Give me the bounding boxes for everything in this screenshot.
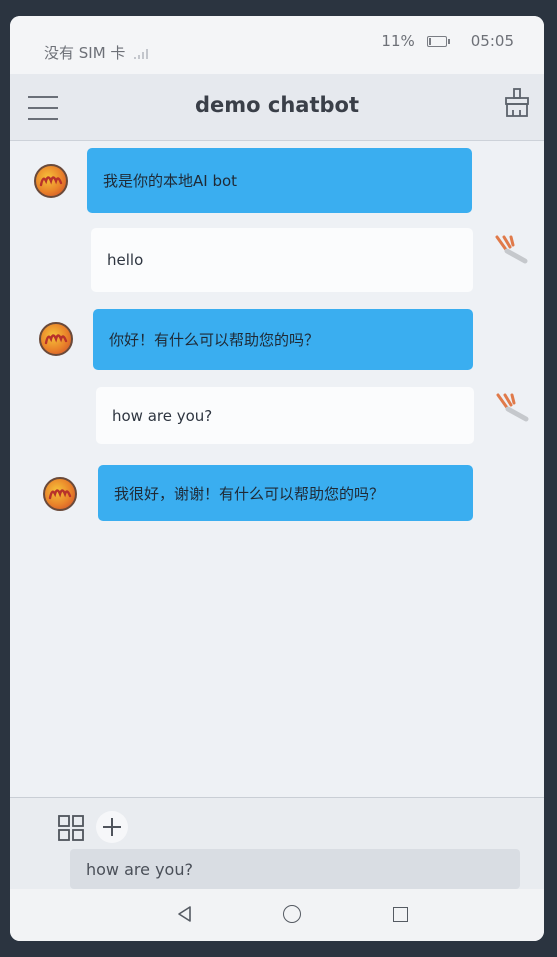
grid-icon[interactable] — [58, 815, 84, 841]
chat-message-user: hello — [91, 228, 473, 292]
signal-icon — [134, 48, 149, 59]
user-avatar-icon — [496, 393, 529, 422]
recent-apps-icon[interactable] — [393, 907, 408, 922]
status-bar: 没有 SIM 卡 11% 05:05 — [10, 16, 544, 74]
message-text: hello — [107, 251, 144, 269]
bot-avatar-icon — [39, 322, 73, 356]
chat-area: 我是你的本地AI bot hello 你好！有什么可以帮助您的吗？ how ar… — [10, 141, 544, 797]
message-input[interactable] — [70, 849, 520, 889]
chat-message-bot: 我是你的本地AI bot — [87, 148, 472, 213]
message-text: 我是你的本地AI bot — [103, 172, 238, 190]
carrier-text: 没有 SIM 卡 — [44, 44, 126, 62]
chat-message-bot: 你好！有什么可以帮助您的吗？ — [93, 309, 473, 370]
clock: 05:05 — [470, 32, 514, 50]
phone-screen: 没有 SIM 卡 11% 05:05 demo chatbot 我是你的本地AI… — [10, 16, 544, 941]
battery-icon — [426, 35, 450, 47]
plus-icon[interactable] — [96, 811, 128, 843]
back-icon[interactable] — [176, 905, 194, 923]
chat-message-bot: 我很好，谢谢！有什么可以帮助您的吗？ — [98, 465, 473, 521]
input-bar — [10, 797, 544, 890]
battery-level — [428, 37, 431, 45]
bot-avatar-icon — [43, 477, 77, 511]
message-text: 你好！有什么可以帮助您的吗？ — [109, 331, 320, 349]
user-avatar-icon — [495, 235, 528, 264]
system-nav-bar — [10, 889, 544, 941]
broom-icon[interactable] — [504, 88, 530, 118]
bot-avatar-icon — [34, 164, 68, 198]
app-header: demo chatbot — [10, 74, 544, 141]
message-text: how are you? — [112, 406, 213, 425]
status-right: 11% 05:05 — [381, 32, 514, 50]
home-icon[interactable] — [283, 905, 301, 923]
battery-percent: 11% — [381, 32, 415, 50]
page-title: demo chatbot — [194, 93, 359, 117]
chat-message-user: how are you? — [96, 387, 474, 444]
carrier-status: 没有 SIM 卡 — [44, 42, 149, 63]
message-text: 我很好，谢谢！有什么可以帮助您的吗？ — [114, 484, 385, 503]
